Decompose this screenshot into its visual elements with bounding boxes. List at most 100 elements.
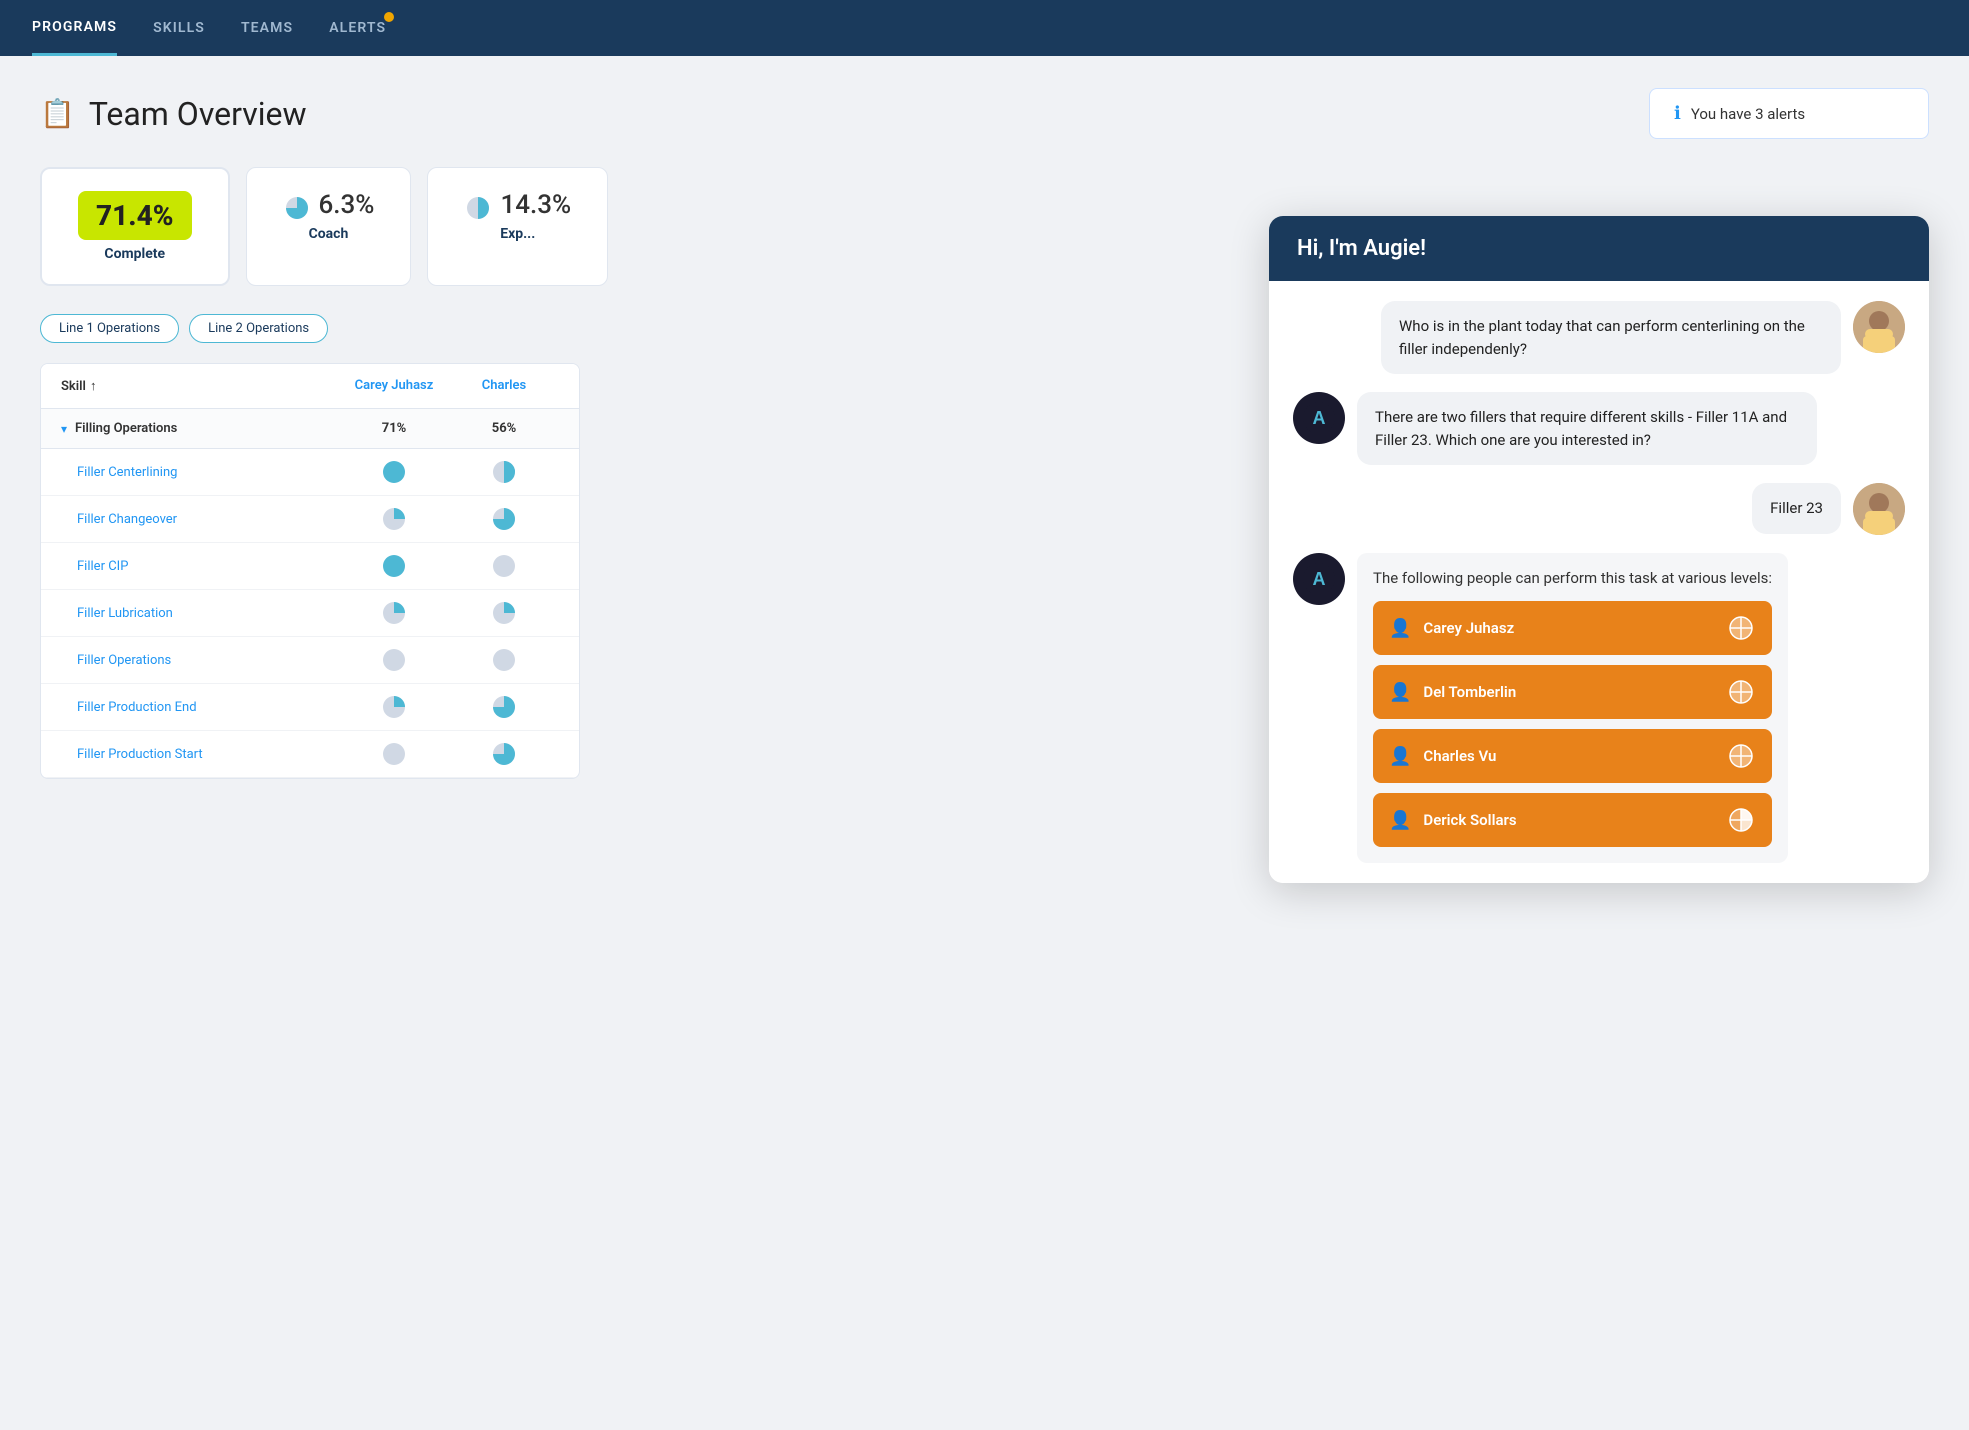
bot-avatar-1: A xyxy=(1293,392,1345,444)
svg-text:A: A xyxy=(1313,569,1326,589)
cell-lubrication-col1 xyxy=(339,600,449,626)
person-skill-derick xyxy=(1726,805,1756,835)
table-row: Filler Changeover xyxy=(41,496,579,543)
chat-body: Who is in the plant today that can perfo… xyxy=(1269,281,1929,883)
person-btn-derick[interactable]: 👤 Derick Sollars xyxy=(1373,793,1772,847)
cell-prodend-col1 xyxy=(339,694,449,720)
svg-text:A: A xyxy=(1313,408,1326,428)
table-row: Filler Operations xyxy=(41,637,579,684)
cell-lubrication-col2 xyxy=(449,600,559,626)
skill-filler-production-start[interactable]: Filler Production Start xyxy=(77,747,339,762)
user-bubble-2: Filler 23 xyxy=(1752,483,1841,534)
person-name-derick: Derick Sollars xyxy=(1423,811,1714,829)
info-icon: ℹ xyxy=(1674,103,1681,124)
table-row: Filler Production End xyxy=(41,684,579,731)
bot-avatar-2: A xyxy=(1293,553,1345,605)
cell-changeover-col1 xyxy=(339,506,449,532)
exp-value-row: 14.3% xyxy=(464,190,571,226)
table-row: Filler Centerlining xyxy=(41,449,579,496)
table-row: Filler Lubrication xyxy=(41,590,579,637)
exp-pie-icon xyxy=(464,194,492,222)
people-list-intro: The following people can perform this ta… xyxy=(1373,569,1772,587)
exp-value: 14.3% xyxy=(500,190,571,220)
coach-value-row: 6.3% xyxy=(283,190,375,226)
cell-prodend-col2 xyxy=(449,694,559,720)
cell-prodstart-col1 xyxy=(339,741,449,767)
cell-changeover-col2 xyxy=(449,506,559,532)
user-bubble-1: Who is in the plant today that can perfo… xyxy=(1381,301,1841,374)
person-name-carey: Carey Juhasz xyxy=(1423,619,1714,637)
filter-line1[interactable]: Line 1 Operations xyxy=(40,314,179,343)
skill-filler-operations[interactable]: Filler Operations xyxy=(77,653,339,668)
cell-prodstart-col2 xyxy=(449,741,559,767)
coach-pie-icon xyxy=(283,194,311,222)
skill-filler-centerlining[interactable]: Filler Centerlining xyxy=(77,465,339,480)
table-header: Skill ↑ Carey Juhasz Charles xyxy=(41,364,579,409)
page-title-icon: 📋 xyxy=(40,97,75,130)
th-carey[interactable]: Carey Juhasz xyxy=(339,378,449,394)
main-content: 📋 Team Overview ℹ You have 3 alerts 71.4… xyxy=(0,56,1969,811)
bot-message-1: A There are two fillers that require dif… xyxy=(1293,392,1905,465)
cell-cip-col2 xyxy=(449,553,559,579)
person-skill-del xyxy=(1726,677,1756,707)
person-btn-charles[interactable]: 👤 Charles Vu xyxy=(1373,729,1772,783)
nav-alerts[interactable]: ALERTS xyxy=(329,2,386,54)
user-message-2: Filler 23 xyxy=(1293,483,1905,535)
skill-filler-production-end[interactable]: Filler Production End xyxy=(77,700,339,715)
stat-card-complete: 71.4% Complete xyxy=(40,167,230,286)
navigation: PROGRAMS SKILLS TEAMS ALERTS xyxy=(0,0,1969,56)
filter-line2[interactable]: Line 2 Operations xyxy=(189,314,328,343)
th-skill[interactable]: Skill ↑ xyxy=(61,378,339,394)
page-title-area: 📋 Team Overview xyxy=(40,95,307,133)
bot-bubble-1: There are two fillers that require diffe… xyxy=(1357,392,1817,465)
cell-centerlining-col2 xyxy=(449,459,559,485)
group-pct-col1: 71% xyxy=(339,421,449,436)
stat-card-exp: 14.3% Exp... xyxy=(427,167,608,286)
table-row: Filler Production Start xyxy=(41,731,579,778)
bot-message-2: A The following people can perform this … xyxy=(1293,553,1905,863)
nav-programs[interactable]: PROGRAMS xyxy=(32,1,117,56)
page-header: 📋 Team Overview ℹ You have 3 alerts xyxy=(40,88,1929,139)
user-avatar-2 xyxy=(1853,483,1905,535)
skills-table: Skill ↑ Carey Juhasz Charles ▾ Filling O… xyxy=(40,363,580,779)
alerts-text: You have 3 alerts xyxy=(1691,105,1805,123)
th-charles[interactable]: Charles xyxy=(449,378,559,394)
cell-cip-col1 xyxy=(339,553,449,579)
skill-filler-cip[interactable]: Filler CIP xyxy=(77,559,339,574)
person-btn-carey[interactable]: 👤 Carey Juhasz xyxy=(1373,601,1772,655)
person-icon-carey: 👤 xyxy=(1389,618,1411,639)
person-icon-charles: 👤 xyxy=(1389,746,1411,767)
coach-value: 6.3% xyxy=(319,190,375,220)
group-pct-col2: 56% xyxy=(449,421,559,436)
nav-skills[interactable]: SKILLS xyxy=(153,2,205,54)
skill-filler-lubrication[interactable]: Filler Lubrication xyxy=(77,606,339,621)
table-row: Filler CIP xyxy=(41,543,579,590)
person-name-del: Del Tomberlin xyxy=(1423,683,1714,701)
user-message-1: Who is in the plant today that can perfo… xyxy=(1293,301,1905,374)
group-toggle-icon[interactable]: ▾ xyxy=(61,422,67,436)
person-name-charles: Charles Vu xyxy=(1423,747,1714,765)
cell-centerlining-col1 xyxy=(339,459,449,485)
group-name: Filling Operations xyxy=(75,421,339,436)
bot-people-list: The following people can perform this ta… xyxy=(1357,553,1788,863)
complete-value: 71.4% xyxy=(78,191,192,240)
alerts-banner[interactable]: ℹ You have 3 alerts xyxy=(1649,88,1929,139)
chat-overlay: Hi, I'm Augie! Who is in the plant today… xyxy=(1269,216,1929,883)
person-skill-charles xyxy=(1726,741,1756,771)
nav-teams[interactable]: TEAMS xyxy=(241,2,293,54)
exp-label: Exp... xyxy=(464,226,571,242)
coach-label: Coach xyxy=(283,226,375,242)
user-avatar-1 xyxy=(1853,301,1905,353)
person-icon-derick: 👤 xyxy=(1389,810,1411,831)
alert-dot-icon xyxy=(384,12,394,22)
group-filling-operations: ▾ Filling Operations 71% 56% xyxy=(41,409,579,449)
chat-header: Hi, I'm Augie! xyxy=(1269,216,1929,281)
person-btn-del[interactable]: 👤 Del Tomberlin xyxy=(1373,665,1772,719)
person-icon-del: 👤 xyxy=(1389,682,1411,703)
stat-card-coach: 6.3% Coach xyxy=(246,167,412,286)
cell-operations-col2 xyxy=(449,647,559,673)
page-title: Team Overview xyxy=(89,95,307,133)
cell-operations-col1 xyxy=(339,647,449,673)
skill-filler-changeover[interactable]: Filler Changeover xyxy=(77,512,339,527)
complete-label: Complete xyxy=(78,246,192,262)
